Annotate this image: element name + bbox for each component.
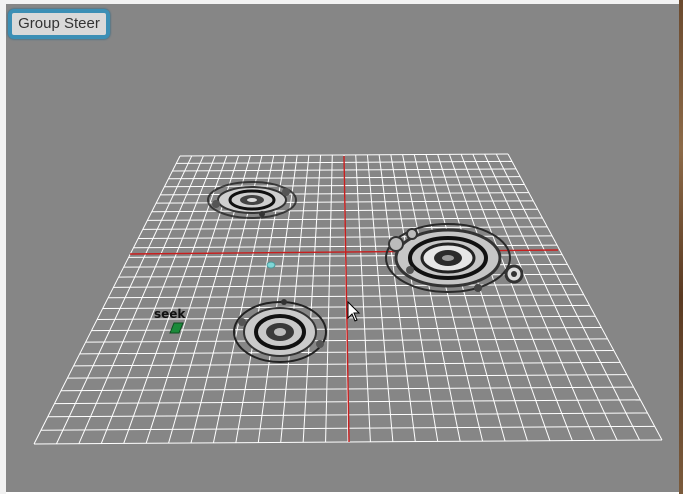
z-axis-line bbox=[343, 155, 350, 443]
grid-line bbox=[378, 154, 416, 442]
grid-line bbox=[495, 153, 641, 441]
grid-line bbox=[507, 153, 663, 441]
grid-line bbox=[302, 155, 322, 443]
seek-agent[interactable]: seek bbox=[154, 307, 186, 334]
grid-line bbox=[355, 154, 371, 442]
group-steer-button[interactable]: Group Steer bbox=[8, 9, 110, 39]
agent-body bbox=[169, 322, 184, 334]
grid-line bbox=[448, 154, 551, 441]
grid-line bbox=[425, 154, 506, 442]
grid-line bbox=[325, 155, 333, 443]
agent-label: seek bbox=[154, 307, 186, 321]
obstacle-bottom bbox=[233, 299, 327, 363]
obstacle-top-left bbox=[207, 181, 297, 219]
grid-line bbox=[123, 155, 228, 444]
grid-line bbox=[460, 154, 573, 441]
desktop-edge bbox=[679, 0, 683, 494]
grid-line bbox=[390, 154, 439, 442]
grid-line bbox=[366, 154, 394, 442]
scene-canvas[interactable]: seek bbox=[6, 4, 679, 492]
3d-viewport[interactable]: seek bbox=[6, 4, 679, 492]
grid-line bbox=[78, 155, 204, 444]
target-marker bbox=[266, 261, 276, 269]
grid-line bbox=[413, 154, 484, 442]
grid-line bbox=[472, 154, 596, 441]
grid-line bbox=[484, 153, 618, 441]
grid-line bbox=[55, 155, 193, 445]
